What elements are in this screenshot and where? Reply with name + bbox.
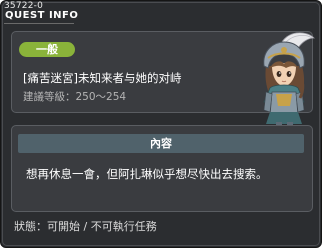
status-value: 可開始 / 不可執行任務	[47, 220, 157, 233]
status-label: 狀態：	[14, 220, 47, 233]
quest-category-badge: 一般	[19, 42, 75, 57]
quest-level-label: 建議等級：	[23, 91, 76, 103]
content-header: 內容	[18, 134, 304, 153]
title-divider	[4, 23, 74, 24]
quest-content-panel: 內容 想再休息一會，但阿扎琳似乎想尽快出去搜索。	[11, 125, 313, 212]
quest-level-range: 250～254	[75, 91, 127, 103]
content-text: 想再休息一會，但阿扎琳似乎想尽快出去搜索。	[26, 167, 268, 181]
npc-portrait-icon	[263, 32, 315, 135]
quest-level-requirement: 建議等級：250～254	[23, 90, 126, 104]
quest-info-window: 35722-0 QUEST INFO 一般 [痛苦迷宮]未知来者与她的对峙 建議…	[0, 0, 322, 248]
quest-status: 狀態：可開始 / 不可執行任務	[14, 220, 157, 234]
window-title[interactable]: QUEST INFO	[5, 10, 78, 22]
quest-name: [痛苦迷宮]未知来者与她的对峙	[23, 71, 182, 85]
quest-summary-panel: 一般 [痛苦迷宮]未知来者与她的对峙 建議等級：250～254	[11, 31, 315, 135]
